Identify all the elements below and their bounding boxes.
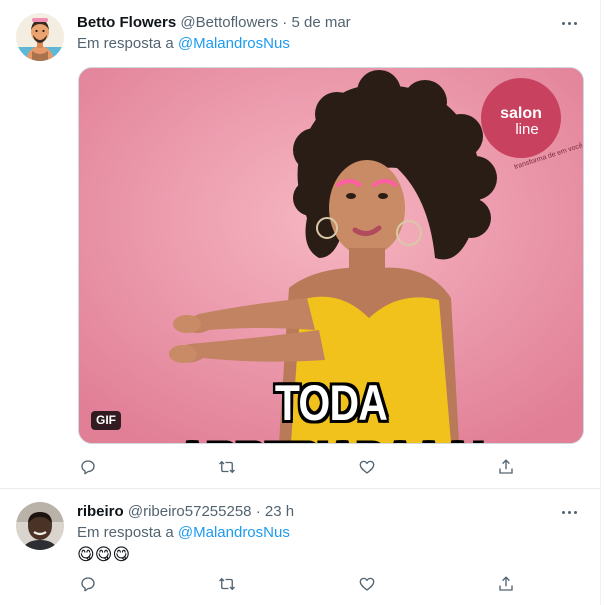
reply-context: Em resposta a @MalandrosNus	[77, 34, 290, 54]
tweet-feed: Betto Flowers @Bettoflowers · 5 de mar E…	[0, 0, 601, 605]
tweet-header: Betto Flowers @Bettoflowers · 5 de mar	[77, 13, 351, 33]
share-icon[interactable]	[495, 456, 517, 478]
reply-prefix: Em resposta a	[77, 35, 174, 52]
reply-icon[interactable]	[77, 456, 99, 478]
reply-to-link[interactable]: @MalandrosNus	[178, 35, 290, 52]
reply-context: Em resposta a @MalandrosNus	[77, 523, 290, 543]
more-options-icon[interactable]	[556, 499, 582, 525]
more-options-icon[interactable]	[556, 10, 582, 36]
avatar[interactable]	[16, 502, 64, 550]
logo-line1: salon	[500, 105, 542, 122]
dot-separator: ·	[255, 503, 261, 520]
tweet[interactable]: Betto Flowers @Bettoflowers · 5 de mar E…	[0, 0, 600, 489]
logo-line2: line	[515, 121, 538, 138]
tweet-header: ribeiro @ribeiro57255258 · 23 h	[77, 502, 294, 522]
reply-icon[interactable]	[77, 573, 99, 595]
photo-avatar-icon	[16, 502, 64, 550]
tweet[interactable]: ribeiro @ribeiro57255258 · 23 h Em respo…	[0, 489, 600, 605]
user-handle[interactable]: @Bettoflowers	[180, 14, 278, 31]
illustrated-man-avatar-icon	[16, 13, 64, 61]
dot-separator: ·	[282, 14, 288, 31]
gif-caption: TODA ARREPIADAAA!	[178, 375, 486, 443]
gif-media[interactable]: salon line transforma de em você TODA AR…	[78, 67, 584, 444]
gif-badge: GIF	[91, 411, 121, 430]
tweet-actions	[77, 456, 517, 478]
like-icon[interactable]	[356, 456, 378, 478]
like-icon[interactable]	[356, 573, 378, 595]
retweet-icon[interactable]	[216, 456, 238, 478]
avatar[interactable]	[16, 13, 64, 61]
reply-to-link[interactable]: @MalandrosNus	[178, 524, 290, 541]
retweet-icon[interactable]	[216, 573, 238, 595]
user-handle[interactable]: @ribeiro57255258	[128, 503, 252, 520]
reply-prefix: Em resposta a	[77, 524, 174, 541]
timestamp[interactable]: 5 de mar	[291, 14, 350, 31]
display-name[interactable]: Betto Flowers	[77, 14, 176, 31]
display-name[interactable]: ribeiro	[77, 503, 124, 520]
tweet-actions	[77, 573, 517, 595]
share-icon[interactable]	[495, 573, 517, 595]
tweet-text: 😋😋😋	[77, 545, 131, 564]
timestamp[interactable]: 23 h	[265, 503, 294, 520]
